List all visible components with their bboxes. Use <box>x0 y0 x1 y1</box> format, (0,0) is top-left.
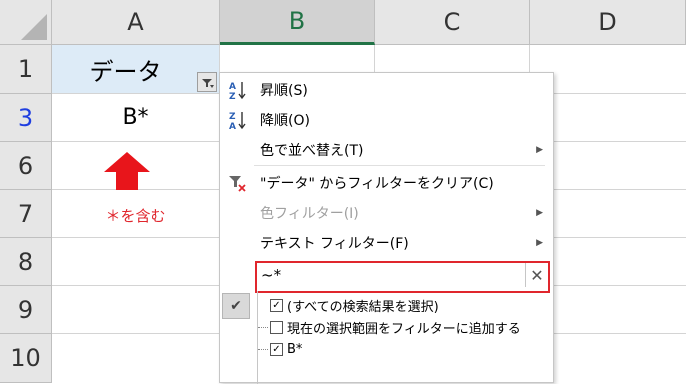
cell-a3-text: B* <box>122 105 149 130</box>
menu-color-filter[interactable]: 色フィルター(I) ▶ <box>220 198 553 228</box>
menu-text-filter[interactable]: テキスト フィルター(F) ▶ <box>220 228 553 258</box>
tree-connector <box>258 349 268 350</box>
filter-funnel-icon <box>202 79 214 88</box>
menu-sort-ascending[interactable]: A Z 昇順(S) <box>220 75 553 105</box>
svg-text:A: A <box>229 82 236 92</box>
checkbox-checked-icon[interactable]: ✓ <box>270 342 283 356</box>
list-item-label: B* <box>287 341 303 357</box>
list-item-label: 現在の選択範囲をフィルターに追加する <box>287 321 521 337</box>
sort-ascending-label: 昇順(S) <box>260 83 308 99</box>
column-header-a[interactable]: A <box>52 0 220 45</box>
checkbox-unchecked-icon[interactable] <box>270 320 283 334</box>
list-item-label: (すべての検索結果を選択) <box>287 299 439 315</box>
menu-separator <box>254 165 545 166</box>
list-item-add-selection[interactable]: 現在の選択範囲をフィルターに追加する <box>258 317 521 337</box>
row-header-9[interactable]: 9 <box>0 286 52 334</box>
check-column-icon: ✔ <box>222 293 250 319</box>
row-header-6[interactable]: 6 <box>0 142 52 190</box>
column-header-c[interactable]: C <box>375 0 530 45</box>
cell-a3[interactable]: B* <box>52 94 219 141</box>
submenu-arrow-icon: ▶ <box>536 208 543 218</box>
submenu-arrow-icon: ▶ <box>536 238 543 248</box>
select-all-corner[interactable] <box>0 0 52 45</box>
menu-sort-by-color[interactable]: 色で並べ替え(T) ▶ <box>220 135 553 165</box>
clear-search-button[interactable]: ✕ <box>525 263 548 287</box>
row-header-10[interactable]: 10 <box>0 334 52 383</box>
sort-by-color-label: 色で並べ替え(T) <box>260 143 364 159</box>
filter-search-box: ✕ <box>255 261 550 293</box>
red-up-arrow-icon <box>104 152 150 190</box>
sort-descending-icon: Z A <box>229 112 246 131</box>
row-header-1[interactable]: 1 <box>0 45 52 94</box>
cell-a1[interactable]: データ <box>52 45 219 93</box>
sort-ascending-icon: A Z <box>229 82 246 101</box>
cell-a7[interactable]: ＊を含む <box>52 195 219 235</box>
cell-a1-text: データ <box>89 57 162 86</box>
close-icon: ✕ <box>530 265 544 285</box>
row-header-3[interactable]: 3 <box>0 94 52 142</box>
svg-text:A: A <box>229 122 236 131</box>
row-header-8[interactable]: 8 <box>0 238 52 286</box>
submenu-arrow-icon: ▶ <box>536 145 543 155</box>
sort-descending-label: 降順(O) <box>260 113 310 129</box>
filter-values-list: ✓ (すべての検索結果を選択) 現在の選択範囲をフィルターに追加する ✓ B* <box>257 291 546 384</box>
clear-filter-icon <box>229 176 246 192</box>
select-all-icon <box>21 14 47 40</box>
list-item-value[interactable]: ✓ B* <box>258 339 303 359</box>
svg-text:Z: Z <box>229 112 236 122</box>
list-item-select-all-results[interactable]: ✓ (すべての検索結果を選択) <box>270 295 439 315</box>
color-filter-label: 色フィルター(I) <box>260 206 359 222</box>
menu-sort-descending[interactable]: Z A 降順(O) <box>220 105 553 135</box>
clear-filter-label: "データ" からフィルターをクリア(C) <box>260 176 494 192</box>
svg-text:Z: Z <box>229 92 236 101</box>
filter-dropdown-button[interactable] <box>197 72 217 92</box>
filter-menu: A Z 昇順(S) Z A 降順(O) 色で並べ替え(T) ▶ "データ" から… <box>219 72 554 384</box>
checkbox-checked-icon[interactable]: ✓ <box>270 298 283 312</box>
row-header-7[interactable]: 7 <box>0 190 52 238</box>
menu-clear-filter[interactable]: "データ" からフィルターをクリア(C) <box>220 168 553 198</box>
text-filter-label: テキスト フィルター(F) <box>260 236 409 252</box>
column-header-d[interactable]: D <box>530 0 686 45</box>
filter-search-input[interactable] <box>259 265 521 285</box>
tree-connector <box>258 327 268 328</box>
cell-a7-text: ＊を含む <box>105 206 166 225</box>
column-header-b[interactable]: B <box>220 0 375 45</box>
